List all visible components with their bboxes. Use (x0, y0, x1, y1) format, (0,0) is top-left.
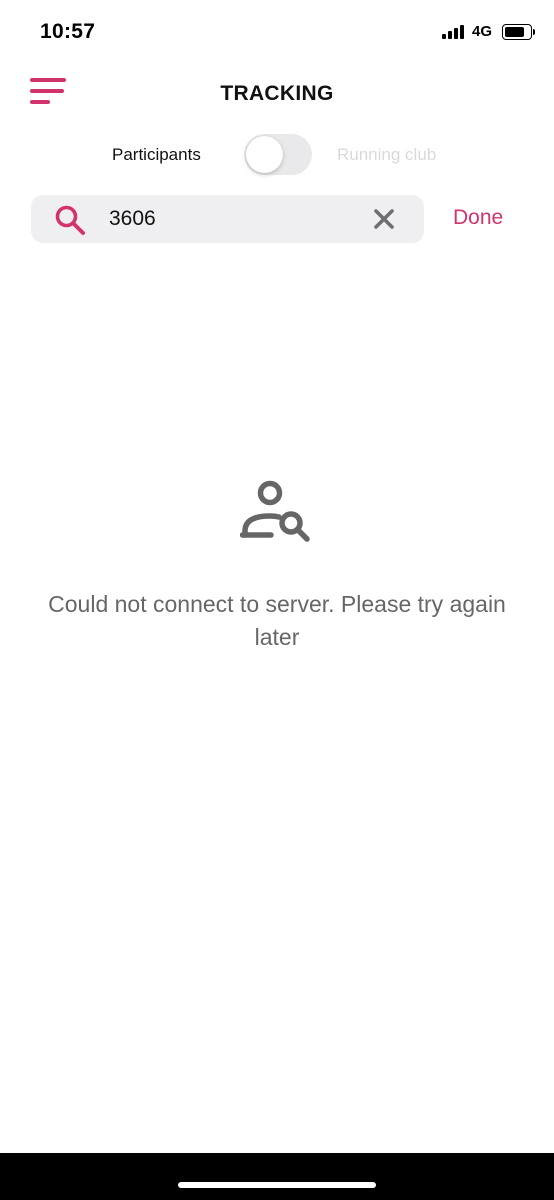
network-type: 4G (471, 23, 492, 40)
battery-icon (502, 23, 535, 40)
search-bar (31, 195, 424, 243)
cellular-signal-icon (441, 24, 464, 39)
tracking-screen: 10:57 4G TRACKING Participants Running c… (0, 0, 554, 1200)
battery-level (505, 26, 525, 37)
status-time: 10:57 (40, 20, 96, 43)
person-search-icon (240, 480, 310, 542)
error-message: Could not connect to server. Please try … (48, 591, 506, 650)
bottom-bar (0, 1153, 554, 1200)
participants-club-toggle[interactable] (244, 134, 312, 175)
toggle-label-running-club[interactable]: Running club (337, 145, 436, 165)
close-icon[interactable] (372, 207, 396, 231)
page-title: TRACKING (220, 82, 334, 105)
toggle-label-participants[interactable]: Participants (112, 145, 201, 165)
toggle-knob (246, 136, 283, 173)
home-indicator[interactable] (178, 1182, 376, 1188)
search-input[interactable] (109, 203, 359, 235)
done-button[interactable]: Done (453, 206, 503, 230)
search-icon (55, 205, 85, 235)
status-indicators: 4G (441, 23, 535, 40)
status-bar: 10:57 4G (0, 0, 554, 64)
